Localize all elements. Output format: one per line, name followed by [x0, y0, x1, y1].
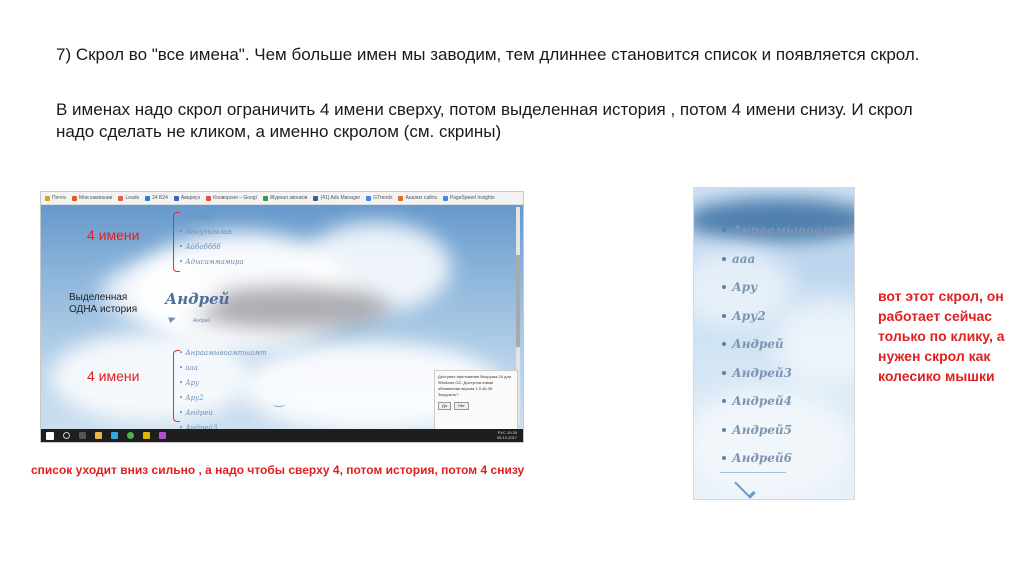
chrome-icon[interactable]	[127, 432, 134, 439]
list-item[interactable]: • Анраамывоамтыамт	[179, 346, 267, 361]
bookmark-icon	[145, 195, 151, 201]
bookmark-item[interactable]: GTrends	[366, 195, 392, 201]
brace-bottom	[173, 350, 180, 422]
paragraph-2: В именах надо скрол ограничить 4 имени с…	[56, 100, 913, 141]
app-icon[interactable]	[159, 432, 166, 439]
paragraph-1: 7) Скрол во "все имена". Чем больше имен…	[56, 45, 920, 64]
bookmark-label: Анализ сайта	[405, 195, 437, 201]
bookmark-item[interactable]: Leads	[118, 195, 139, 201]
bookmark-icon	[442, 195, 448, 201]
bookmark-icon	[366, 195, 372, 201]
notification-text: Доступно приложение Выгрузка 24 для Wind…	[438, 374, 512, 397]
chevron-down-icon[interactable]	[273, 402, 285, 407]
windows-start-icon[interactable]	[46, 431, 54, 440]
list-item[interactable]: • Ару	[179, 376, 267, 391]
app-icon[interactable]	[143, 432, 150, 439]
bookmark-item[interactable]: (41) Ads Manager	[313, 195, 360, 201]
bookmark-label: GTrends	[373, 195, 393, 201]
bookmark-item[interactable]: PageSpeed Insights	[442, 195, 495, 201]
bookmark-item[interactable]: Конверсия – Googl	[206, 195, 257, 201]
bookmark-icon	[313, 195, 319, 201]
divider	[720, 472, 786, 473]
yes-button[interactable]: Да	[438, 402, 451, 410]
search-icon[interactable]	[63, 432, 70, 439]
bookmark-icon	[118, 195, 124, 201]
bookmark-label: 24 Б24	[152, 195, 168, 201]
brace-top	[173, 212, 180, 272]
list-item[interactable]: Анраамывоамты	[722, 216, 854, 245]
right-note: вот этот скрол, он работает сейчас тольк…	[878, 288, 1005, 384]
list-item[interactable]: Андрей4	[722, 387, 854, 416]
taskbar: РУС 10:35 05.10.2017	[41, 429, 523, 442]
bookmark-item[interactable]: Анализ сайта	[398, 195, 437, 201]
list-item[interactable]: Андрей	[722, 330, 854, 359]
bookmark-label: Почта	[52, 195, 66, 201]
bookmark-icon	[262, 195, 268, 201]
bookmark-item[interactable]: 24 Б24	[145, 195, 168, 201]
app-icon[interactable]	[111, 432, 118, 439]
bookmark-item[interactable]: Журнал звонков	[262, 195, 308, 201]
bookmark-icon	[206, 195, 212, 201]
list-item[interactable]: • Айбабббб	[179, 240, 244, 255]
annotation-top-4: 4 имени	[87, 227, 140, 243]
list-item[interactable]: • Андрей	[179, 210, 244, 225]
bookmark-icon	[71, 195, 77, 201]
bookmark-label: Журнал звонков	[269, 195, 308, 201]
list-item[interactable]: • ааа	[179, 361, 267, 376]
update-notification: Доступно приложение Выгрузка 24 для Wind…	[434, 370, 518, 434]
annotation-selected: Выделенная ОДНА история	[69, 292, 138, 315]
folder-icon[interactable]	[95, 432, 102, 439]
list-item[interactable]: Андрей5	[722, 416, 854, 445]
list-item[interactable]: Ару	[722, 273, 854, 302]
bookmark-label: Мои кампании	[78, 195, 113, 201]
list-item[interactable]: ааа	[722, 245, 854, 274]
bookmark-item[interactable]: Почта	[45, 195, 66, 201]
list-item[interactable]: Андрей3	[722, 359, 854, 388]
bookmark-label: Конверсия – Googl	[213, 195, 257, 201]
names-scroll-list[interactable]: Анраамывоамты ааа Ару Ару2 Андрей Андрей…	[722, 216, 854, 473]
list-item[interactable]: Ару2	[722, 302, 854, 331]
bookmark-item[interactable]: Мои кампании	[71, 195, 113, 201]
list-item[interactable]: • Адысаммамира	[179, 255, 244, 270]
list-item[interactable]: Андрей6	[722, 444, 854, 473]
bookmark-icon	[45, 195, 50, 201]
list-item[interactable]: • Анкуэыылав	[179, 225, 244, 240]
bookmark-label: Leads	[125, 195, 140, 201]
bookmark-label: Aвариуэ	[180, 195, 201, 201]
bookmark-item[interactable]: Aвариуэ	[173, 195, 201, 201]
selected-history-name[interactable]: Андрей	[165, 290, 230, 308]
annotation-bottom-4: 4 имени	[87, 368, 140, 384]
bookmark-label: PageSpeed Insights	[449, 195, 495, 201]
bookmark-icon	[173, 195, 179, 201]
screenshot-scroll-list: Анраамывоамты ааа Ару Ару2 Андрей Андрей…	[693, 187, 855, 500]
bookmark-label: (41) Ads Manager	[320, 195, 361, 201]
list-item[interactable]: • Ару2	[179, 391, 267, 406]
bookmarks-bar: Почта Мои кампании Leads 24 Б24 Aвариуэ Конве…	[41, 192, 523, 205]
bottom-names-list: • Анраамывоамтыамт • ааа • Ару • Ару2 • …	[179, 346, 267, 436]
system-tray: РУС 10:35 05.10.2017	[496, 430, 517, 440]
bookmark-icon	[398, 195, 404, 201]
no-button[interactable]: Нет	[453, 402, 469, 410]
scrollbar-thumb[interactable]	[516, 255, 520, 347]
task-view-icon[interactable]	[79, 432, 86, 439]
top-names-list: • Андрей • Анкуэыылав • Айбабббб • Адыса…	[179, 210, 244, 270]
list-item[interactable]: • Андрей	[179, 406, 267, 421]
screenshot-main-window: Почта Мои кампании Leads 24 Б24 Aвариуэ Конве…	[40, 191, 524, 443]
selected-history-sub: Андрей	[193, 318, 211, 324]
bottom-note: список уходит вниз сильно , а надо чтобы…	[31, 463, 525, 477]
